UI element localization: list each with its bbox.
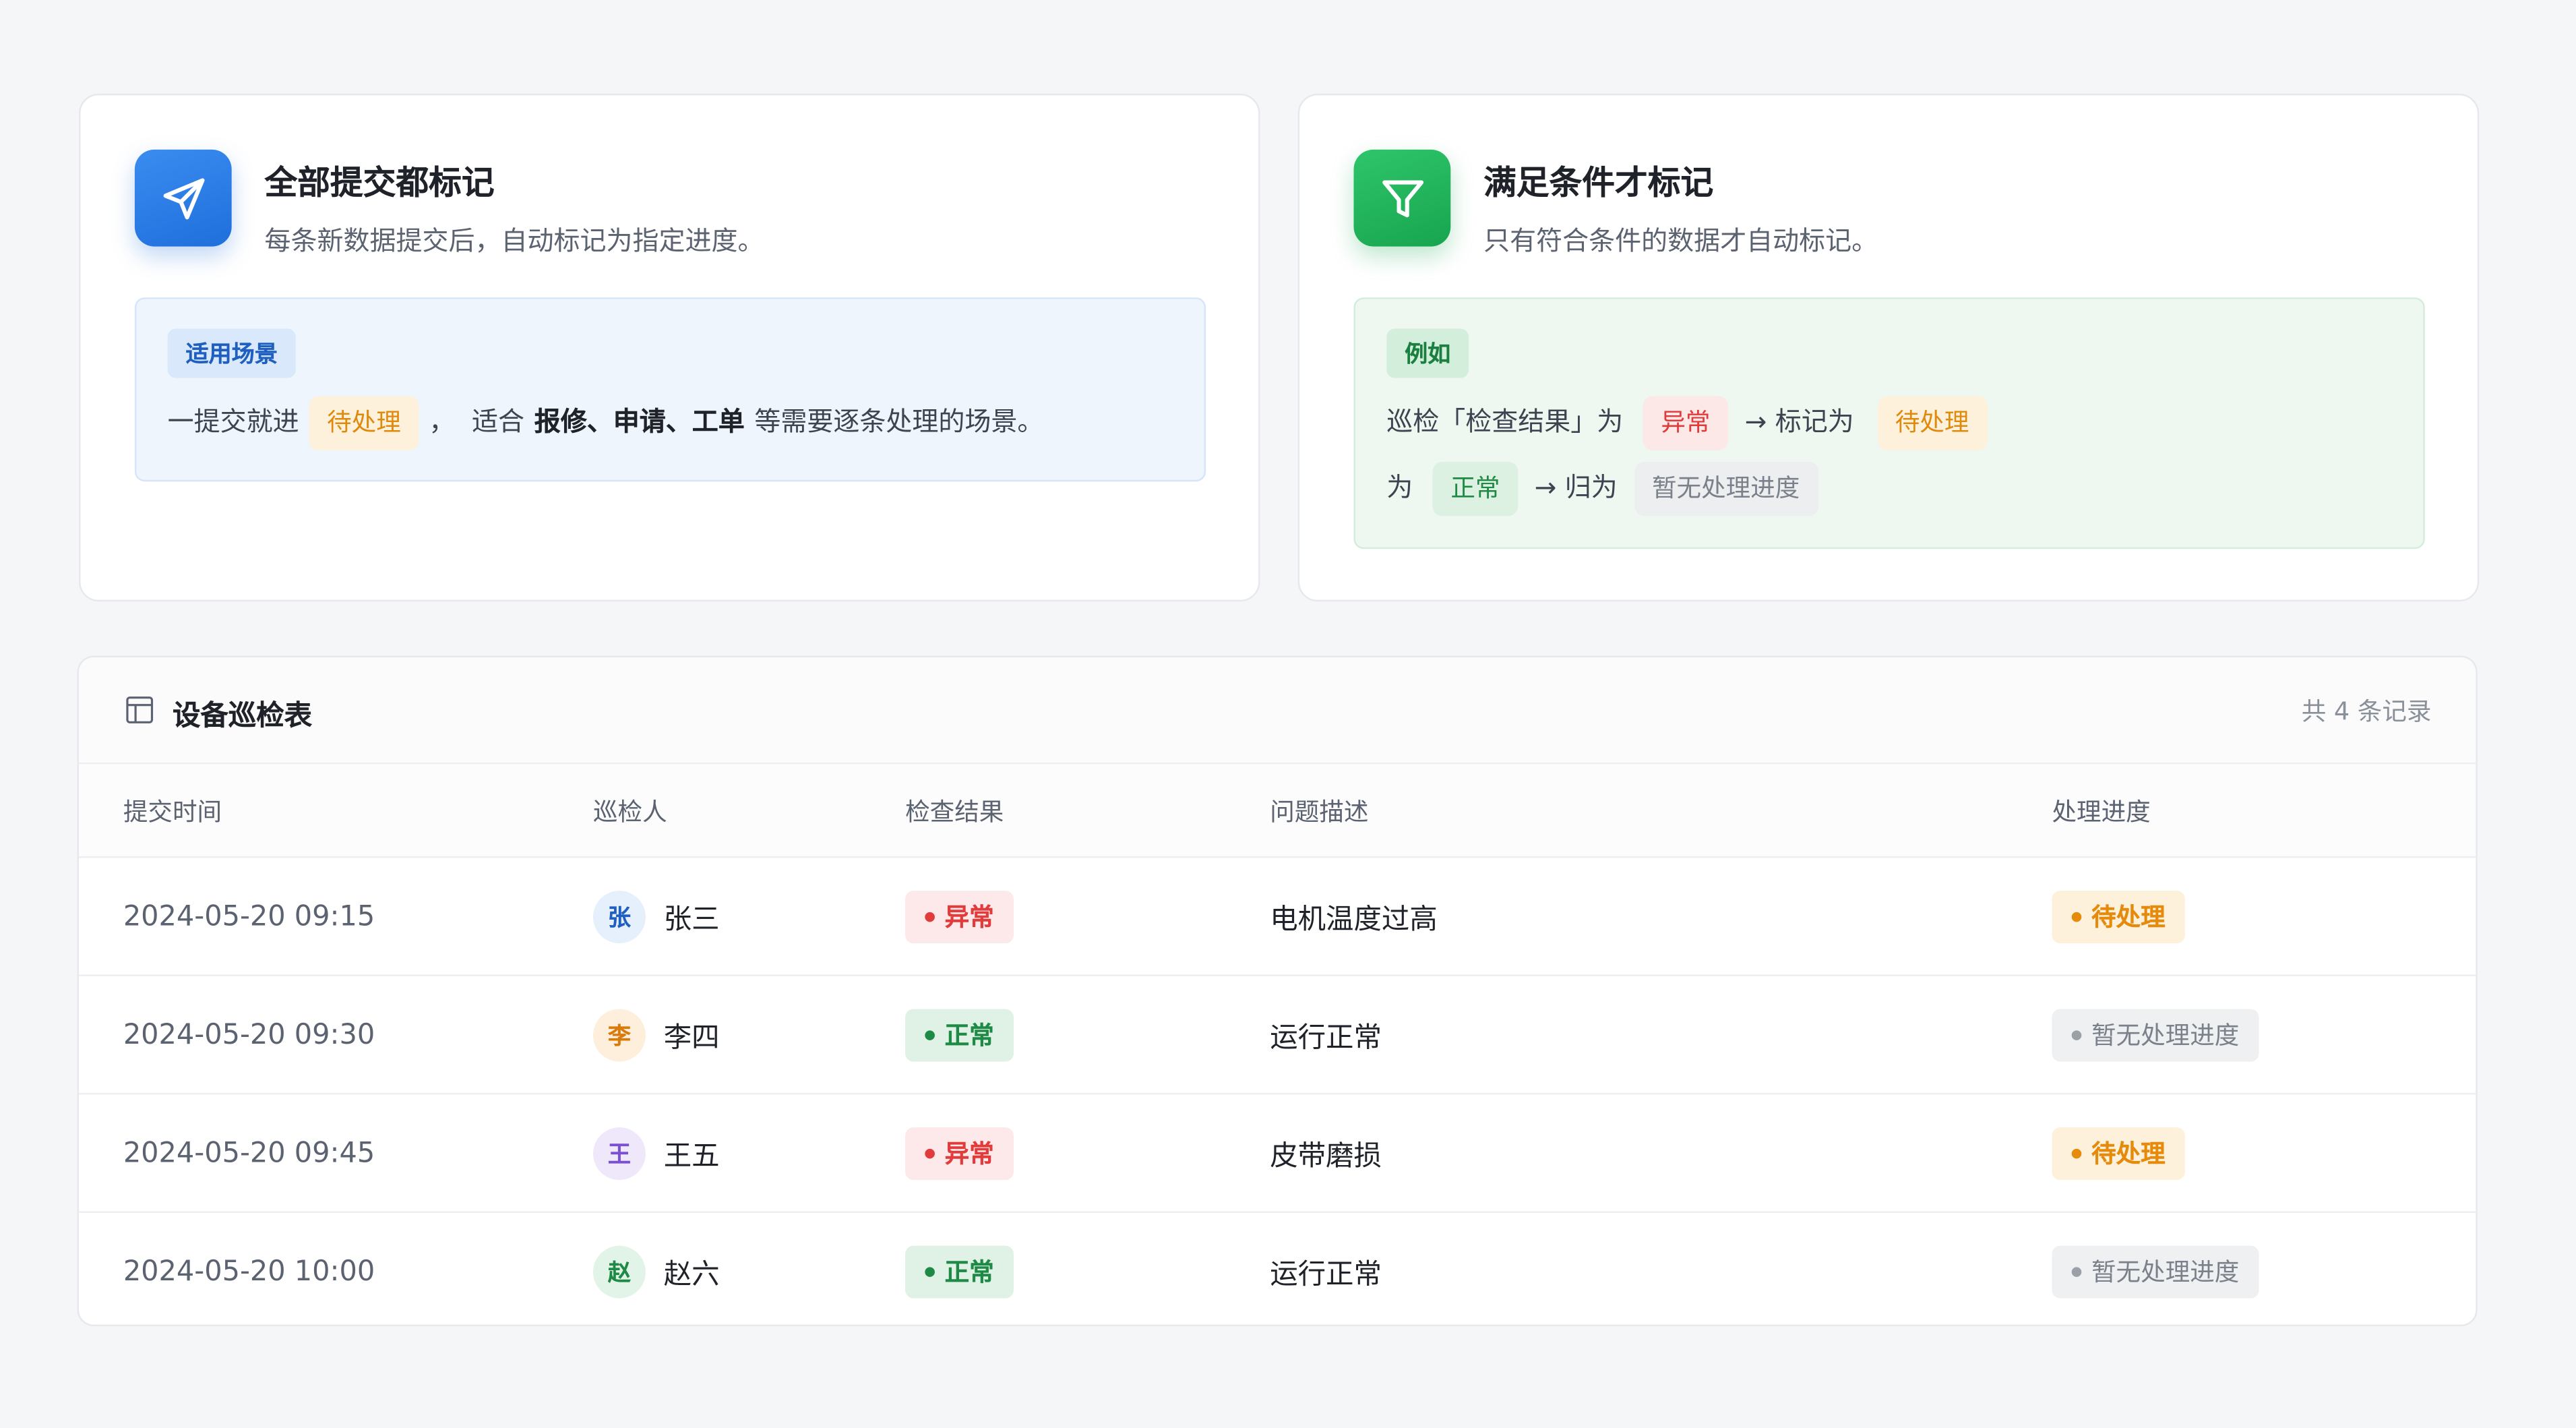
result-badge: 异常 — [905, 889, 1014, 943]
inspector-name: 张三 — [663, 903, 720, 937]
scenario-line: 一提交就进 待处理 ， 适合 报修、申请、工单 等需要逐条处理的场景。 — [168, 394, 1173, 450]
table-icon — [126, 696, 154, 723]
status-dot — [925, 1148, 935, 1158]
issue-description: 运行正常 — [1270, 1259, 1382, 1292]
line-mid: → 标记为 — [1744, 406, 1854, 438]
scenario-tag: 适用场景 — [167, 328, 296, 378]
card-title: 满足条件才标记 — [1483, 162, 1714, 202]
card-title: 全部提交都标记 — [264, 162, 495, 202]
inspector-name: 赵六 — [663, 1259, 720, 1292]
inspector-cell: 张 张三 — [592, 858, 720, 974]
progress-label: 暂无处理进度 — [2091, 1020, 2240, 1050]
table-row[interactable]: 2024-05-20 10:00 赵 赵六 正常 运行正常 暂无处理进度 — [79, 1213, 2476, 1325]
table-row[interactable]: 2024-05-20 09:15 张 张三 异常 电机温度过高 待处理 — [79, 858, 2476, 976]
inspector-cell: 李 李四 — [592, 976, 720, 1093]
progress-badge[interactable]: 待处理 — [2052, 1126, 2185, 1179]
table-header-bar: 设备巡检表 共 4 条记录 — [79, 657, 2476, 765]
scenario-box: 适用场景 一提交就进 待处理 ， 适合 报修、申请、工单 等需要逐条处理的场景。 — [134, 297, 1206, 482]
card-description: 每条新数据提交后，自动标记为指定进度。 — [264, 225, 764, 257]
result-cell: 正常 — [905, 976, 1014, 1093]
avatar: 李 — [592, 1008, 646, 1061]
status-dot — [2071, 1266, 2082, 1276]
status-dot — [925, 1030, 935, 1040]
submit-time: 2024-05-20 09:30 — [123, 1018, 375, 1051]
line-prefix: 一提交就进 — [167, 406, 299, 438]
page: 全部提交都标记 每条新数据提交后，自动标记为指定进度。 适用场景 一提交就进 待… — [0, 0, 2576, 1428]
progress-label: 暂无处理进度 — [2091, 1257, 2240, 1287]
progress-label: 待处理 — [2091, 902, 2166, 932]
mark-conditional-card[interactable]: 满足条件才标记 只有符合条件的数据才自动标记。 例如 巡检「检查结果」为 异常 … — [1297, 93, 2480, 602]
result-badge: 正常 — [905, 1245, 1014, 1298]
progress-cell: 待处理 — [2052, 858, 2185, 974]
avatar: 张 — [592, 889, 646, 943]
example-line-1: 巡检「检查结果」为 异常 → 标记为 待处理 — [1386, 394, 2392, 450]
line-mid: ， 适合 — [429, 406, 525, 438]
progress-label: 待处理 — [2091, 1139, 2166, 1169]
inspector-name: 李四 — [663, 1022, 720, 1055]
line-suffix: 等需要逐条处理的场景。 — [754, 406, 1044, 438]
result-cell: 正常 — [905, 1213, 1014, 1325]
progress-cell: 暂无处理进度 — [2052, 976, 2259, 1093]
result-label: 异常 — [944, 902, 994, 932]
example-box: 例如 巡检「检查结果」为 异常 → 标记为 待处理 为 正常 → 归为 暂无处理… — [1353, 297, 2425, 549]
result-badge: 异常 — [905, 1126, 1014, 1179]
result-cell: 异常 — [905, 1094, 1014, 1211]
line-mid: → 归为 — [1534, 471, 1618, 503]
inspector-cell: 王 王五 — [592, 1094, 720, 1211]
progress-cell: 暂无处理进度 — [2052, 1213, 2259, 1325]
result-cell: 异常 — [905, 858, 1014, 974]
record-count: 共 4 条记录 — [2301, 696, 2432, 727]
example-tag: 例如 — [1386, 328, 1469, 378]
avatar: 赵 — [592, 1245, 646, 1298]
pending-pill: 待处理 — [1876, 395, 1988, 450]
result-label: 正常 — [944, 1257, 994, 1287]
line-prefix: 巡检「检查结果」为 — [1386, 406, 1624, 438]
inspection-table: 设备巡检表 共 4 条记录 提交时间 巡检人 检查结果 问题描述 处理进度 20… — [77, 655, 2478, 1327]
pending-pill: 待处理 — [309, 395, 419, 450]
progress-badge[interactable]: 暂无处理进度 — [2052, 1008, 2259, 1061]
result-label: 异常 — [944, 1139, 994, 1169]
card-description: 只有符合条件的数据才自动标记。 — [1483, 225, 1878, 257]
inspector-name: 王五 — [663, 1140, 720, 1174]
scenario-types: 报修、申请、工单 — [534, 406, 745, 438]
inspector-cell: 赵 赵六 — [592, 1213, 720, 1325]
issue-description: 电机温度过高 — [1270, 903, 1438, 937]
example-line-2: 为 正常 → 归为 暂无处理进度 — [1386, 460, 2392, 516]
column-header-description[interactable]: 问题描述 — [1270, 794, 1368, 828]
normal-pill: 正常 — [1432, 460, 1519, 516]
status-dot — [925, 1266, 935, 1276]
progress-cell: 待处理 — [2052, 1094, 2185, 1211]
send-icon — [134, 149, 232, 247]
column-header-result[interactable]: 检查结果 — [905, 794, 1004, 828]
issue-description: 运行正常 — [1270, 1022, 1382, 1055]
result-label: 正常 — [944, 1020, 994, 1050]
table-columns: 提交时间 巡检人 检查结果 问题描述 处理进度 — [79, 764, 2476, 858]
column-header-inspector[interactable]: 巡检人 — [593, 794, 667, 828]
mark-all-card[interactable]: 全部提交都标记 每条新数据提交后，自动标记为指定进度。 适用场景 一提交就进 待… — [79, 93, 1260, 602]
progress-badge[interactable]: 暂无处理进度 — [2052, 1245, 2259, 1298]
submit-time: 2024-05-20 09:15 — [123, 899, 375, 933]
status-dot — [2071, 911, 2082, 922]
table-row[interactable]: 2024-05-20 09:45 王 王五 异常 皮带磨损 待处理 — [79, 1094, 2476, 1213]
result-badge: 正常 — [905, 1008, 1014, 1061]
no-progress-pill: 暂无处理进度 — [1634, 460, 1818, 516]
submit-time: 2024-05-20 10:00 — [123, 1255, 375, 1288]
issue-description: 皮带磨损 — [1270, 1140, 1382, 1174]
progress-badge[interactable]: 待处理 — [2052, 889, 2185, 943]
table-title: 设备巡检表 — [172, 700, 313, 734]
avatar: 王 — [592, 1126, 646, 1179]
column-header-progress[interactable]: 处理进度 — [2052, 794, 2150, 828]
line-prefix: 为 — [1386, 471, 1413, 503]
abnormal-pill: 异常 — [1643, 395, 1729, 450]
column-header-time[interactable]: 提交时间 — [123, 794, 222, 828]
table-row[interactable]: 2024-05-20 09:30 李 李四 正常 运行正常 暂无处理进度 — [79, 976, 2476, 1095]
status-dot — [925, 911, 935, 922]
status-dot — [2071, 1148, 2082, 1158]
submit-time: 2024-05-20 09:45 — [123, 1136, 375, 1170]
filter-icon — [1353, 149, 1451, 247]
status-dot — [2071, 1030, 2082, 1040]
